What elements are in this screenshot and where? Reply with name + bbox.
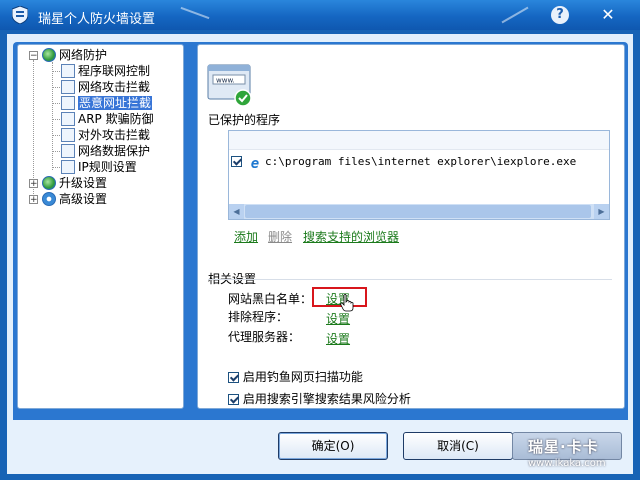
list-header [229, 131, 609, 150]
delete-program-link[interactable]: 删除 [268, 228, 292, 245]
tree-node-attack-block[interactable]: 网络攻击拦截 [61, 79, 150, 95]
expand-toggle[interactable]: + [29, 179, 38, 189]
scroll-thumb[interactable] [245, 205, 591, 218]
tree-connector [52, 167, 60, 168]
phishing-scan-option[interactable]: 启用钓鱼网页扫描功能 [228, 368, 363, 385]
window-title: 瑞星个人防火墙设置 [38, 12, 156, 27]
list-item[interactable]: e c:\program files\internet explorer\iexp… [231, 154, 607, 172]
banner-text: www. [216, 77, 235, 85]
globe-icon [42, 48, 56, 62]
program-path: c:\program files\internet explorer\iexpl… [265, 155, 577, 168]
search-browsers-link[interactable]: 搜索支持的浏览器 [303, 228, 399, 245]
tree-connector [52, 119, 60, 120]
tree-connector [52, 135, 60, 136]
watermark-logo: 瑞星·卡卡 [528, 438, 599, 456]
tree-node-label: 网络防护 [59, 48, 108, 62]
tree-node-update-settings[interactable]: 升级设置 [42, 175, 107, 191]
tree-node-advanced-settings[interactable]: 高级设置 [42, 191, 107, 207]
phishing-scan-label: 启用钓鱼网页扫描功能 [242, 370, 363, 384]
protected-programs-heading: 已保护的程序 [208, 113, 281, 127]
tree-node-ip-rules[interactable]: IP规则设置 [61, 159, 137, 175]
watermark-url: www.ikaka.com [528, 458, 606, 469]
tree-node-data-protection[interactable]: 网络数据保护 [61, 143, 150, 159]
proxy-server-label: 代理服务器： [228, 330, 301, 344]
decorative-sparkle [180, 6, 210, 20]
content-panel [197, 44, 625, 409]
tree-node-label: ARP 欺骗防御 [78, 112, 154, 126]
rising-shield-icon [12, 6, 28, 24]
tree-node-network-protection[interactable]: 网络防护 [42, 47, 107, 63]
tree-node-label: 高级设置 [59, 192, 108, 206]
program-checkbox[interactable] [231, 156, 242, 167]
gear-icon [42, 192, 56, 206]
page-icon [61, 160, 75, 174]
globe-icon [42, 176, 56, 190]
tree-node-label: 网络数据保护 [78, 144, 151, 158]
decorative-sparkle [501, 6, 529, 24]
tree-node-label: 网络攻击拦截 [78, 80, 151, 94]
cancel-button[interactable]: 取消(C) [403, 432, 513, 460]
expand-toggle[interactable]: + [29, 195, 38, 205]
page-icon [61, 144, 75, 158]
exclude-programs-settings-link[interactable]: 设置 [326, 310, 350, 327]
add-program-link[interactable]: 添加 [234, 228, 258, 245]
settings-window: 瑞星个人防火墙设置 ? ✕ − 网络防护 程序联网控制 网络攻击拦截 恶意网址拦… [0, 0, 640, 480]
tree-connector [52, 62, 53, 170]
question-icon: ? [556, 7, 564, 22]
phishing-scan-checkbox[interactable] [228, 372, 239, 383]
protected-browser-icon: www. [207, 64, 252, 107]
tree-connector [52, 87, 60, 88]
close-button[interactable]: ✕ [599, 6, 617, 24]
proxy-server-settings-link[interactable]: 设置 [326, 330, 350, 347]
blackwhite-list-label: 网站黑白名单： [228, 292, 313, 306]
exclude-programs-label: 排除程序： [228, 310, 289, 324]
page-icon [61, 64, 75, 78]
ie-icon: e [250, 156, 260, 172]
tree-node-arp-defense[interactable]: ARP 欺骗防御 [61, 111, 154, 127]
tree-node-malicious-url[interactable]: 恶意网址拦截 [61, 95, 153, 111]
page-icon [61, 112, 75, 126]
tree-node-label: IP规则设置 [78, 160, 137, 174]
section-divider [208, 279, 612, 280]
search-risk-analysis-option[interactable]: 启用搜索引擎搜索结果风险分析 [228, 390, 411, 407]
collapse-toggle[interactable]: − [29, 51, 38, 61]
tree-node-program-control[interactable]: 程序联网控制 [61, 63, 150, 79]
scroll-left-arrow[interactable]: ◀ [229, 204, 244, 219]
page-icon [61, 80, 75, 94]
tree-node-label: 恶意网址拦截 [78, 96, 153, 110]
tree-node-label: 程序联网控制 [78, 64, 151, 78]
horizontal-scrollbar[interactable]: ◀ ▶ [229, 204, 609, 219]
search-risk-checkbox[interactable] [228, 394, 239, 405]
help-button[interactable]: ? [551, 6, 569, 24]
tree-connector [52, 103, 60, 104]
ok-button[interactable]: 确定(O) [278, 432, 388, 460]
search-risk-label: 启用搜索引擎搜索结果风险分析 [242, 392, 411, 406]
title-bar[interactable]: 瑞星个人防火墙设置 ? ✕ [0, 0, 640, 30]
tree-node-outbound-attack[interactable]: 对外攻击拦截 [61, 127, 150, 143]
protected-programs-list[interactable]: e c:\program files\internet explorer\iexp… [228, 130, 610, 220]
scroll-right-arrow[interactable]: ▶ [594, 204, 609, 219]
tree-node-label: 升级设置 [59, 176, 108, 190]
tree-connector [52, 71, 60, 72]
tree-node-label: 对外攻击拦截 [78, 128, 151, 142]
page-icon [61, 128, 75, 142]
tree-connector [52, 151, 60, 152]
close-icon: ✕ [601, 5, 615, 24]
page-icon [61, 96, 75, 110]
